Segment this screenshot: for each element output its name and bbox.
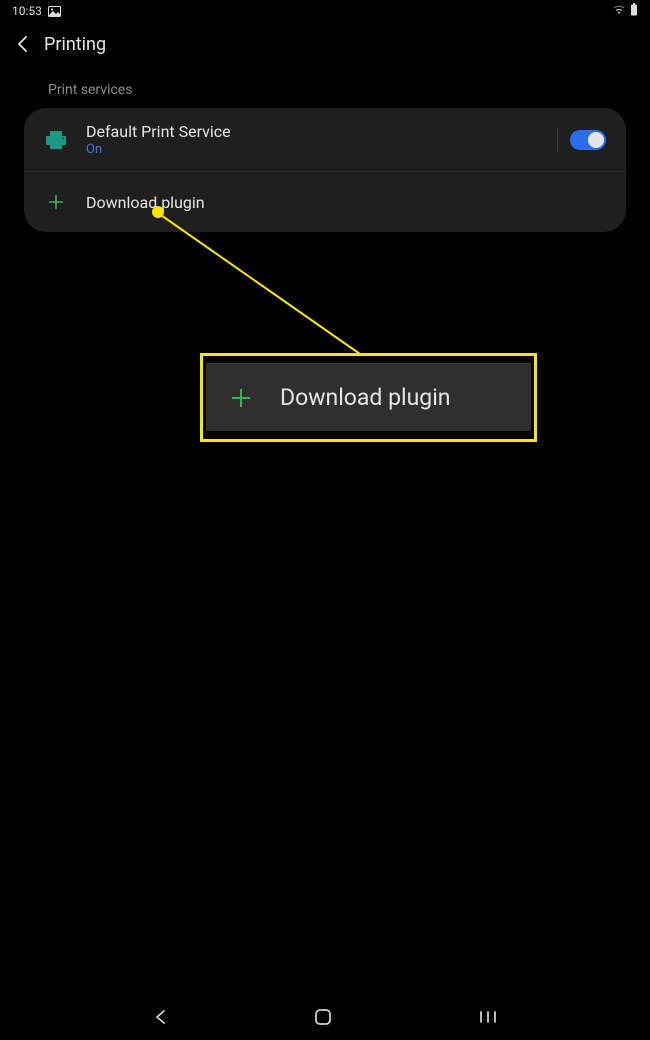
plus-icon	[230, 387, 252, 409]
service-title: Default Print Service	[86, 122, 557, 141]
default-print-service-row[interactable]: Default Print Service On	[24, 108, 626, 172]
page-title: Printing	[44, 34, 106, 55]
toggle-divider	[557, 128, 558, 152]
wifi-icon	[612, 4, 626, 18]
plus-icon	[44, 194, 68, 210]
download-plugin-label: Download plugin	[86, 193, 606, 212]
callout-label: Download plugin	[280, 384, 451, 411]
status-time: 10:53	[12, 4, 42, 18]
row-text: Default Print Service On	[86, 122, 557, 157]
callout-inner: Download plugin	[206, 363, 531, 431]
battery-icon	[630, 3, 638, 19]
service-status: On	[86, 142, 557, 157]
status-bar: 10:53	[0, 0, 650, 22]
back-button[interactable]	[16, 35, 28, 53]
toggle-knob	[588, 132, 604, 148]
nav-back-button[interactable]	[153, 1008, 167, 1026]
download-plugin-row[interactable]: Download plugin	[24, 172, 626, 232]
nav-home-button[interactable]	[314, 1008, 332, 1026]
service-toggle[interactable]	[570, 130, 606, 150]
print-services-card: Default Print Service On Download plugin	[24, 108, 626, 232]
status-left: 10:53	[12, 4, 61, 18]
section-label: Print services	[0, 66, 650, 108]
picture-icon	[48, 6, 61, 17]
status-right	[612, 3, 638, 19]
android-nav-bar	[0, 994, 650, 1040]
printer-icon	[44, 130, 68, 150]
page-header: Printing	[0, 22, 650, 66]
row-text: Download plugin	[86, 193, 606, 212]
callout-box: Download plugin	[200, 353, 537, 442]
nav-recents-button[interactable]	[479, 1010, 497, 1024]
